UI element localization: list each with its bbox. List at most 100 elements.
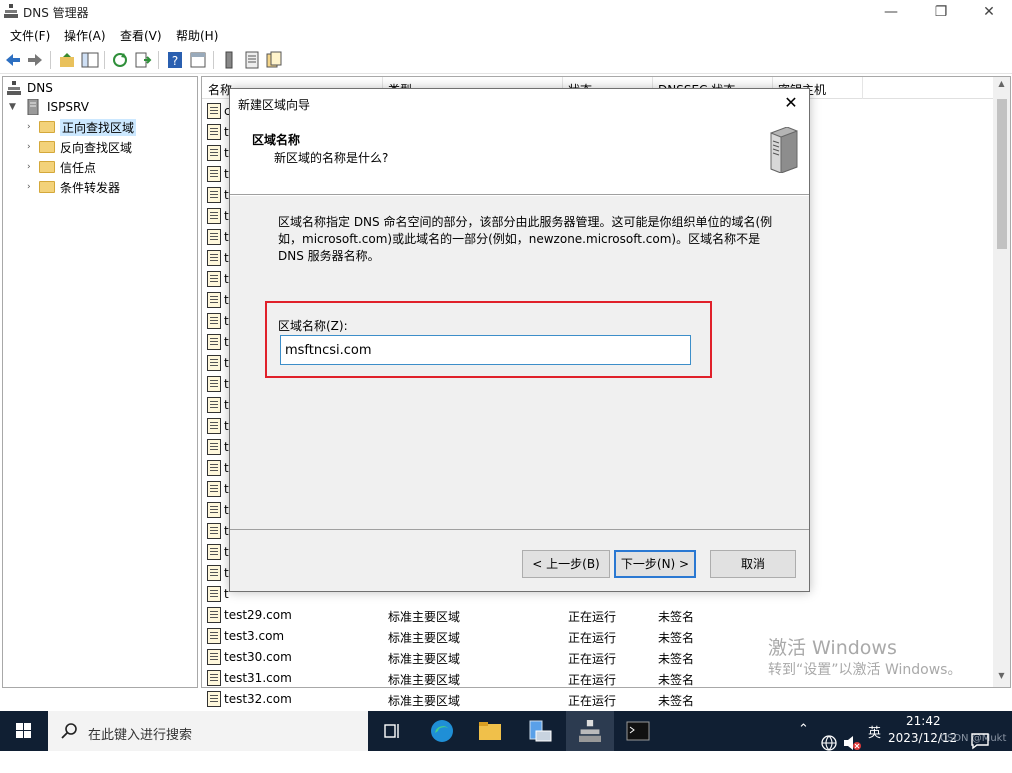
table-row[interactable]: test29.com 标准主要区域 正在运行 未签名 bbox=[202, 605, 994, 626]
window-title: DNS 管理器 bbox=[23, 6, 89, 20]
zone-name-cell: t bbox=[224, 335, 229, 349]
zone-name-cell: test29.com bbox=[224, 608, 292, 622]
tree-label: 条件转发器 bbox=[60, 180, 121, 195]
properties-icon[interactable] bbox=[189, 51, 207, 69]
server-icon[interactable] bbox=[220, 51, 238, 69]
zone-icon[interactable] bbox=[265, 51, 283, 69]
zone-name-cell: t bbox=[224, 545, 229, 559]
folder-icon bbox=[39, 141, 55, 153]
wizard-step-subtitle: 新区域的名称是什么? bbox=[274, 151, 389, 165]
zone-file-icon bbox=[207, 208, 221, 224]
scrollbar-thumb[interactable] bbox=[997, 99, 1007, 249]
zone-dnssec-cell: 未签名 bbox=[658, 673, 695, 687]
zone-file-icon bbox=[207, 418, 221, 434]
zone-file-icon bbox=[207, 397, 221, 413]
zone-status-cell: 正在运行 bbox=[568, 610, 617, 624]
server-tower-icon bbox=[770, 127, 798, 173]
zone-file-icon bbox=[207, 670, 221, 686]
show-tree-icon[interactable] bbox=[81, 51, 99, 69]
zone-name-cell: t bbox=[224, 167, 229, 181]
cancel-button[interactable]: 取消 bbox=[710, 550, 796, 578]
tree-node-reverse-zones[interactable]: › 反向查找区域 bbox=[27, 138, 132, 156]
close-button[interactable]: ✕ bbox=[966, 0, 1012, 24]
tree-label: 正向查找区域 bbox=[60, 118, 137, 136]
chevron-right-icon[interactable]: › bbox=[27, 162, 39, 172]
zone-status-cell: 正在运行 bbox=[568, 652, 617, 666]
dns-manager-taskbar-button[interactable] bbox=[566, 711, 614, 751]
zone-type-cell: 标准主要区域 bbox=[388, 673, 461, 687]
refresh-icon[interactable] bbox=[111, 51, 129, 69]
zone-file-icon bbox=[207, 628, 221, 644]
chevron-right-icon[interactable]: › bbox=[27, 182, 39, 192]
menu-action[interactable]: 操作(A) bbox=[64, 27, 106, 44]
tree-node-dns[interactable]: DNS bbox=[7, 79, 53, 97]
tree-node-trust-points[interactable]: › 信任点 bbox=[27, 158, 96, 176]
zone-file-icon bbox=[207, 271, 221, 287]
new-zone-wizard-dialog: 新建区域向导 ✕ 区域名称 新区域的名称是什么? 区域名称指定 DNS 命名空间… bbox=[229, 88, 810, 592]
maximize-button[interactable]: ❐ bbox=[918, 0, 964, 24]
dns-node-icon bbox=[7, 81, 21, 95]
chevron-up-icon[interactable]: ⌃ bbox=[798, 722, 809, 762]
zone-type-cell: 标准主要区域 bbox=[388, 610, 461, 624]
volume-muted-icon[interactable] bbox=[842, 723, 862, 763]
start-button[interactable] bbox=[0, 711, 48, 751]
zone-file-icon bbox=[207, 103, 221, 119]
taskbar: 在此键入进行搜索 ⌃ 英 21:42 2023/12/12 CSDN @Mukt bbox=[0, 711, 1012, 751]
dns-app-icon bbox=[4, 4, 18, 18]
menu-file[interactable]: 文件(F) bbox=[10, 27, 50, 44]
terminal-icon bbox=[626, 721, 650, 741]
back-button[interactable]: < 上一步(B) bbox=[522, 550, 610, 578]
records-icon[interactable] bbox=[243, 51, 261, 69]
back-arrow-icon[interactable] bbox=[4, 51, 22, 69]
title-bar: DNS 管理器 — ❐ ✕ bbox=[0, 0, 1012, 24]
menu-view[interactable]: 查看(V) bbox=[120, 27, 162, 44]
zone-file-icon bbox=[207, 502, 221, 518]
zone-file-icon bbox=[207, 313, 221, 329]
zone-name-cell: t bbox=[224, 377, 229, 391]
server-manager-button[interactable] bbox=[516, 711, 564, 751]
zone-name-cell: t bbox=[224, 188, 229, 202]
file-explorer-button[interactable] bbox=[466, 711, 514, 751]
ime-indicator[interactable]: 英 bbox=[868, 722, 881, 762]
next-button[interactable]: 下一步(N) > bbox=[614, 550, 696, 578]
task-view-button[interactable] bbox=[368, 711, 416, 751]
column-divider[interactable] bbox=[862, 77, 863, 99]
zone-file-icon bbox=[207, 565, 221, 581]
edge-button[interactable] bbox=[418, 711, 466, 751]
zone-type-cell: 标准主要区域 bbox=[388, 694, 461, 708]
zone-name-description: 区域名称指定 DNS 命名空间的部分，该部分由此服务器管理。这可能是你组织单位的… bbox=[278, 215, 773, 263]
network-icon[interactable] bbox=[820, 723, 838, 763]
chevron-down-icon[interactable]: ▼ bbox=[9, 102, 21, 112]
zone-file-icon bbox=[207, 145, 221, 161]
dialog-close-icon[interactable]: ✕ bbox=[779, 91, 803, 115]
up-folder-icon[interactable] bbox=[58, 51, 76, 69]
zone-name-cell: t bbox=[224, 293, 229, 307]
zone-file-icon bbox=[207, 334, 221, 350]
dns-app-icon bbox=[579, 720, 601, 742]
zone-file-icon bbox=[207, 439, 221, 455]
notification-icon[interactable] bbox=[970, 721, 990, 761]
tree-node-server[interactable]: ▼ ISPSRV bbox=[9, 98, 89, 116]
chevron-right-icon[interactable]: › bbox=[27, 122, 39, 132]
tree-node-conditional-forwarders[interactable]: › 条件转发器 bbox=[27, 178, 120, 196]
taskbar-search[interactable]: 在此键入进行搜索 bbox=[48, 711, 368, 751]
terminal-button[interactable] bbox=[614, 711, 662, 751]
export-list-icon[interactable] bbox=[134, 51, 152, 69]
zone-name-input[interactable] bbox=[280, 335, 691, 365]
scroll-down-icon[interactable]: ▼ bbox=[993, 671, 1010, 685]
minimize-button[interactable]: — bbox=[868, 0, 914, 24]
tree-node-forward-zones[interactable]: › 正向查找区域 bbox=[27, 118, 137, 136]
help-icon[interactable]: ? bbox=[166, 51, 184, 69]
forward-arrow-icon[interactable] bbox=[26, 51, 44, 69]
folder-icon bbox=[479, 722, 501, 740]
zone-type-cell: 标准主要区域 bbox=[388, 631, 461, 645]
zone-name-cell: test30.com bbox=[224, 650, 292, 664]
table-row[interactable]: test32.com 标准主要区域 正在运行 未签名 bbox=[202, 689, 994, 710]
zone-file-icon bbox=[207, 544, 221, 560]
zone-name-cell: t bbox=[224, 356, 229, 370]
vertical-scrollbar[interactable]: ▲ ▼ bbox=[993, 77, 1010, 687]
zone-name-cell: test3.com bbox=[224, 629, 285, 643]
scroll-up-icon[interactable]: ▲ bbox=[993, 79, 1010, 93]
menu-help[interactable]: 帮助(H) bbox=[176, 27, 218, 44]
chevron-right-icon[interactable]: › bbox=[27, 142, 39, 152]
